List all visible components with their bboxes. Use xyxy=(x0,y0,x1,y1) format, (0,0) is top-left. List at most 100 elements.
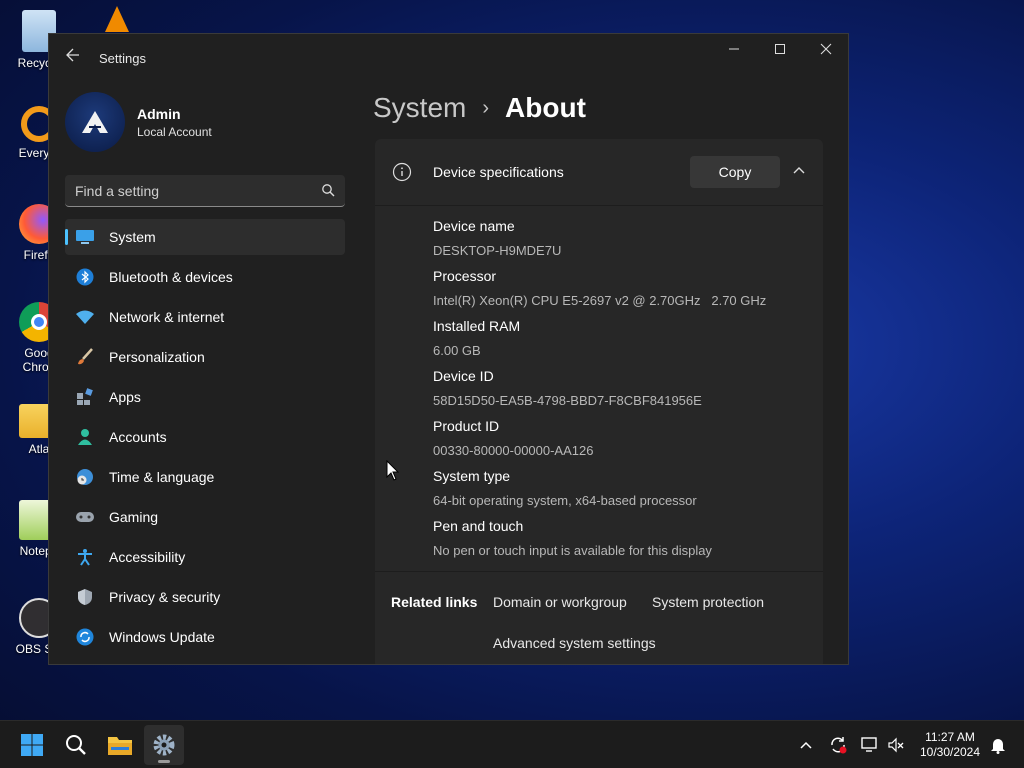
taskbar-clock[interactable]: 11:27 AM 10/30/2024 xyxy=(912,730,988,760)
sidebar-item-apps[interactable]: Apps xyxy=(65,379,345,415)
sidebar-item-accounts[interactable]: Accounts xyxy=(65,419,345,455)
profile-name: Admin xyxy=(137,106,181,122)
sidebar-item-accessibility[interactable]: Accessibility xyxy=(65,539,345,575)
paintbrush-icon xyxy=(75,347,95,367)
close-button[interactable] xyxy=(803,34,848,66)
spec-label: System type xyxy=(433,468,511,484)
copy-button[interactable]: Copy xyxy=(690,156,780,188)
taskbar-search-button[interactable] xyxy=(56,725,96,765)
spec-list: Device name DESKTOP-H9MDE7U Processor In… xyxy=(433,217,766,567)
spec-label: Processor xyxy=(433,268,497,284)
advanced-system-settings-link[interactable]: Advanced system settings xyxy=(493,635,656,651)
atlas-logo-icon xyxy=(82,111,108,133)
apps-grid-icon xyxy=(75,387,95,407)
sidebar-item-label: System xyxy=(109,229,156,245)
spec-value: 00330-80000-00000-AA126 xyxy=(433,443,594,458)
spec-label: Installed RAM xyxy=(433,318,521,334)
breadcrumb-separator: › xyxy=(482,96,490,119)
notifications-button[interactable] xyxy=(988,735,1008,755)
sidebar-item-label: Windows Update xyxy=(109,629,215,645)
sidebar-item-label: Gaming xyxy=(109,509,159,525)
start-button[interactable] xyxy=(12,725,52,765)
spec-label: Device ID xyxy=(433,368,494,384)
sidebar-item-label: Bluetooth & devices xyxy=(109,269,233,285)
network-tray[interactable] xyxy=(860,735,880,755)
sidebar-item-network[interactable]: Network & internet xyxy=(65,299,345,335)
spec-value: DESKTOP-H9MDE7U xyxy=(433,243,562,258)
sidebar-item-time-language[interactable]: Time & language xyxy=(65,459,345,495)
user-icon xyxy=(75,427,95,447)
spec-label: Pen and touch xyxy=(433,518,524,534)
taskbar: 11:27 AM 10/30/2024 xyxy=(0,720,1024,768)
sidebar-item-label: Apps xyxy=(109,389,141,405)
spec-value: 58D15D50-EA5B-4798-BBD7-F8CBF841956E xyxy=(433,393,702,408)
device-specifications-header[interactable]: Device specifications Copy xyxy=(375,139,823,206)
sidebar-item-gaming[interactable]: Gaming xyxy=(65,499,345,535)
update-sync-icon xyxy=(75,627,95,647)
spec-value: 6.00 GB xyxy=(433,343,481,358)
sidebar-nav: System Bluetooth & devices Network & int… xyxy=(65,219,345,659)
speaker-muted-icon xyxy=(888,737,904,753)
sync-icon xyxy=(831,737,847,754)
sidebar-item-personalization[interactable]: Personalization xyxy=(65,339,345,375)
settings-window: Settings Admin Local Account Find a sett… xyxy=(48,33,849,665)
chevron-up-icon[interactable] xyxy=(791,163,807,179)
spec-row: Device ID 58D15D50-EA5B-4798-BBD7-F8CBF8… xyxy=(433,367,766,417)
breadcrumb: System › About xyxy=(373,92,586,124)
spec-value: No pen or touch input is available for t… xyxy=(433,543,712,558)
breadcrumb-parent[interactable]: System xyxy=(373,92,466,124)
sidebar-item-privacy-security[interactable]: Privacy & security xyxy=(65,579,345,615)
spec-row: Processor Intel(R) Xeon(R) CPU E5-2697 v… xyxy=(433,267,766,317)
volume-tray[interactable] xyxy=(886,735,906,755)
spec-row: System type 64-bit operating system, x64… xyxy=(433,467,766,517)
bluetooth-icon xyxy=(75,267,95,287)
vlc-icon xyxy=(105,6,129,32)
spec-row: Product ID 00330-80000-00000-AA126 xyxy=(433,417,766,467)
sidebar-item-bluetooth[interactable]: Bluetooth & devices xyxy=(65,259,345,295)
sidebar-item-windows-update[interactable]: Windows Update xyxy=(65,619,345,655)
related-links-title: Related links xyxy=(391,594,478,610)
sidebar-item-label: Time & language xyxy=(109,469,215,485)
desktop-icon-vlc[interactable] xyxy=(82,6,152,36)
sidebar-item-system[interactable]: System xyxy=(65,219,345,255)
avatar[interactable] xyxy=(65,92,125,152)
device-specifications-card: Device specifications Copy Device name D… xyxy=(375,139,823,664)
domain-or-workgroup-link[interactable]: Domain or workgroup xyxy=(493,594,627,610)
minimize-button[interactable] xyxy=(711,34,757,66)
window-title: Settings xyxy=(99,51,146,66)
globe-clock-icon xyxy=(75,467,95,487)
sidebar-item-label: Accessibility xyxy=(109,549,186,565)
close-icon xyxy=(820,43,832,55)
minimize-icon xyxy=(729,48,739,50)
spec-row: Installed RAM 6.00 GB xyxy=(433,317,766,367)
settings-taskbar-button[interactable] xyxy=(144,725,184,765)
maximize-button[interactable] xyxy=(757,34,803,66)
network-monitor-icon xyxy=(861,737,877,752)
sidebar-item-label: Privacy & security xyxy=(109,589,221,605)
chevron-up-icon xyxy=(800,741,812,749)
wifi-icon xyxy=(75,307,95,327)
sidebar-item-label: Accounts xyxy=(109,429,167,445)
spec-row: Pen and touch No pen or touch input is a… xyxy=(433,517,766,567)
accessibility-person-icon xyxy=(75,547,95,567)
bell-icon xyxy=(991,739,1005,754)
shield-icon xyxy=(75,587,95,607)
show-hidden-icons-button[interactable] xyxy=(796,735,816,755)
spec-label: Product ID xyxy=(433,418,500,434)
back-arrow-icon[interactable] xyxy=(63,48,83,68)
search-icon[interactable] xyxy=(321,183,335,197)
spec-value: 64-bit operating system, x64-based proce… xyxy=(433,493,697,508)
folder-icon xyxy=(108,737,132,755)
update-status-tray[interactable] xyxy=(828,735,848,755)
clock-time: 11:27 AM xyxy=(925,730,975,744)
search-icon xyxy=(66,735,86,755)
windows-logo-icon xyxy=(21,734,43,756)
search-input[interactable] xyxy=(65,175,345,206)
mouse-cursor-icon xyxy=(386,460,400,481)
system-protection-link[interactable]: System protection xyxy=(652,594,764,610)
file-explorer-button[interactable] xyxy=(100,725,140,765)
page-title: About xyxy=(505,92,586,123)
gamepad-icon xyxy=(75,507,95,527)
device-specifications-title: Device specifications xyxy=(433,164,564,180)
search-box xyxy=(65,175,345,207)
